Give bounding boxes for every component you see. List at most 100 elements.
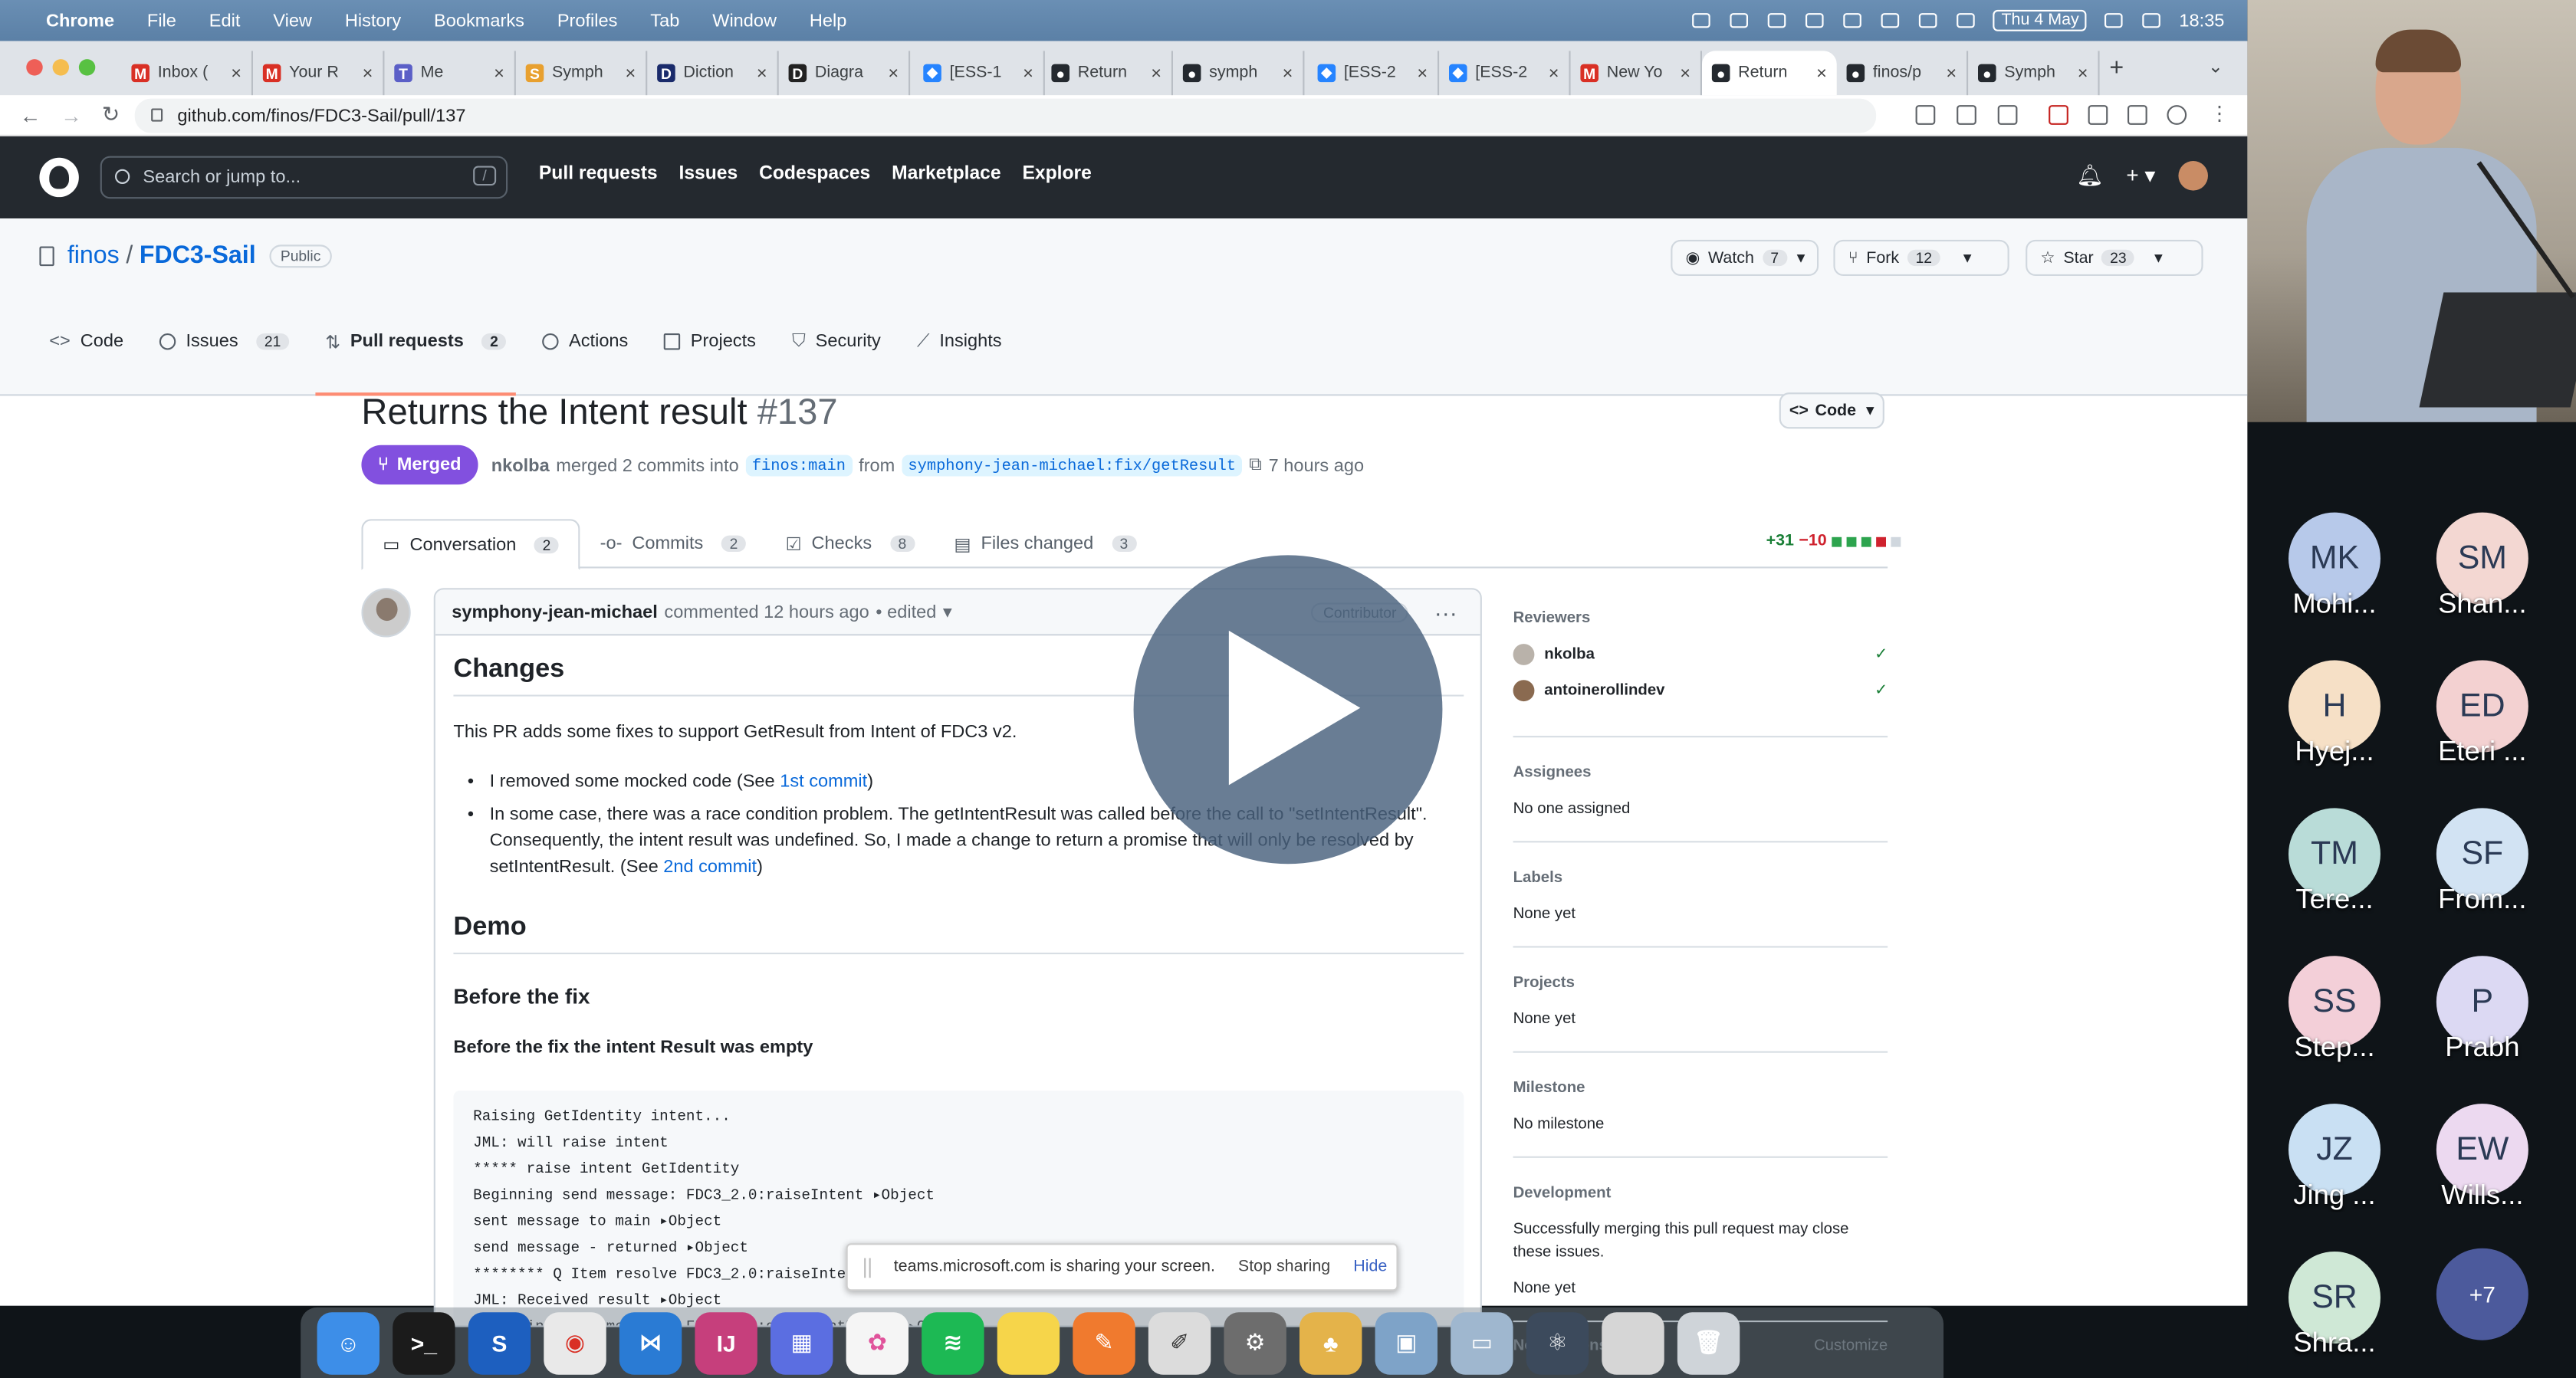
reviewers-heading[interactable]: Reviewers [1513,609,1591,628]
chrome-icon[interactable]: ◉ [544,1311,606,1374]
reviewer-row[interactable]: antoinerollindev ✓ [1513,680,1888,702]
first-commit-link[interactable]: 1st commit [780,772,867,792]
hide-sharing-bar-button[interactable]: Hide [1353,1258,1387,1277]
url-input[interactable]: github.com/finos/FDC3-Sail/pull/137 [134,98,1877,133]
head-branch[interactable]: symphony-jean-michael:fix/getResult [901,454,1243,477]
close-tab-icon[interactable]: × [231,64,242,84]
base-branch[interactable]: finos:main [745,454,853,477]
comment-author-link[interactable]: symphony-jean-michael [452,602,658,622]
notifications-bell-icon[interactable]: 🔔︎ [2076,162,2103,189]
preview-icon[interactable]: ▭ [1451,1311,1513,1374]
back-arrow-icon[interactable]: ← [20,103,41,127]
maximize-window-icon[interactable] [78,59,96,76]
pr-author-link[interactable]: nkolba [491,456,550,476]
close-tab-icon[interactable]: × [1680,64,1691,84]
star-button[interactable]: ☆ Star 23 ▾ [2026,239,2203,277]
status-app-icon[interactable] [1766,11,1788,30]
nav-pull-requests[interactable]: Pull requests [539,164,658,184]
electron-app-icon[interactable]: ⚛ [1526,1311,1589,1374]
close-window-icon[interactable] [26,59,43,76]
nav-explore[interactable]: Explore [1022,164,1091,184]
extensions-puzzle-icon[interactable] [2088,105,2108,125]
more-participants-button[interactable]: +7 [2436,1248,2528,1340]
close-tab-icon[interactable]: × [363,64,373,84]
menubar-time[interactable]: 18:35 [2179,11,2224,31]
user-avatar[interactable] [2178,161,2208,191]
wifi-icon[interactable] [1880,11,1901,30]
tab-checks[interactable]: ☑ Checks 8 [766,519,935,568]
finder-icon[interactable]: ☺ [317,1311,380,1374]
tab-issues[interactable]: Issues 21 [159,313,290,369]
close-tab-icon[interactable]: × [1151,64,1162,84]
menu-help[interactable]: Help [810,11,846,31]
browser-tab[interactable]: S Symph × [516,51,648,96]
browser-tab[interactable]: ● Symph × [1968,51,2100,96]
browser-tab[interactable]: D Diction × [647,51,779,96]
tab-commits[interactable]: -o- Commits 2 [580,519,766,568]
reviewer-row[interactable]: nkolba ✓ [1513,644,1888,665]
watch-button[interactable]: ◉ Watch 7 ▾ [1671,239,1819,277]
bluetooth-icon[interactable] [2104,11,2125,30]
photos-icon[interactable]: ✿ [846,1311,909,1374]
control-center-icon[interactable] [2141,11,2163,30]
virtualbox-icon[interactable]: ▣ [1375,1311,1438,1374]
participant-tile[interactable]: SR Shra... [2277,1251,2392,1360]
close-tab-icon[interactable]: × [1549,64,1559,84]
spotify-icon[interactable]: ≋ [922,1311,984,1374]
github-logo-icon[interactable] [39,157,79,198]
copy-icon[interactable]: ⧉ [1249,455,1262,477]
close-tab-icon[interactable]: × [2078,64,2088,84]
intellij-icon[interactable]: IJ [695,1311,757,1374]
speaker-video[interactable] [2247,0,2576,422]
repo-owner-link[interactable]: finos [67,241,120,269]
menu-view[interactable]: View [273,11,312,31]
system-settings-icon[interactable]: ⚙ [1224,1311,1286,1374]
tab-code[interactable]: <> Code [49,313,123,369]
comment-time[interactable]: commented 12 hours ago [664,602,869,622]
close-tab-icon[interactable]: × [1946,64,1957,84]
browser-tab[interactable]: ◆ [ESS-2 × [1439,51,1571,96]
comment-author-avatar[interactable] [361,588,411,638]
stop-sharing-button[interactable]: Stop sharing [1238,1258,1330,1277]
browser-tab[interactable]: T Me × [384,51,516,96]
close-tab-icon[interactable]: × [625,64,636,84]
skype-icon[interactable]: S [468,1311,531,1374]
tab-pull-requests[interactable]: ⇅ Pull requests 2 [315,313,518,396]
close-tab-icon[interactable]: × [1283,64,1293,84]
close-tab-icon[interactable]: × [757,64,767,84]
status-app-icon[interactable] [1691,11,1712,30]
tab-projects[interactable]: Projects [664,313,756,369]
create-new-plus-icon[interactable]: + ▾ [2126,162,2155,189]
participant-tile[interactable]: EW Wills... [2425,1104,2540,1212]
pineapple-app-icon[interactable]: ♣ [1300,1311,1362,1374]
assignees-heading[interactable]: Assignees [1513,764,1592,783]
menu-history[interactable]: History [345,11,401,31]
extension-icon[interactable] [2049,105,2068,125]
labels-heading[interactable]: Labels [1513,869,1563,887]
menu-window[interactable]: Window [712,11,777,31]
forward-arrow-icon[interactable]: → [61,103,82,127]
new-tab-plus-icon[interactable]: + [2109,54,2124,82]
browser-tab[interactable]: D Diagra × [779,51,911,96]
participant-tile[interactable]: JZ Jing ... [2277,1104,2392,1212]
menu-bookmarks[interactable]: Bookmarks [434,11,524,31]
bookmark-star-icon[interactable] [1997,105,2018,125]
chrome-menu-kebab-icon[interactable]: ⋮ [2210,102,2229,125]
close-tab-icon[interactable]: × [1023,64,1033,84]
user-switch-icon[interactable] [1917,11,1939,30]
play-video-icon[interactable] [1133,555,1443,865]
menu-profiles[interactable]: Profiles [557,11,618,31]
tab-files-changed[interactable]: ▤ Files changed 3 [935,519,1156,568]
menu-file[interactable]: File [147,11,176,31]
terminal-icon[interactable]: >_ [393,1311,455,1374]
menu-edit[interactable]: Edit [209,11,241,31]
menubar-date[interactable]: Thu 4 May [1993,9,2088,31]
browser-tab[interactable]: ● finos/p × [1837,51,1969,96]
nav-marketplace[interactable]: Marketplace [892,164,1001,184]
tab-search-chevron-icon[interactable]: ⌄ [2208,56,2223,77]
battery-icon[interactable] [1842,11,1864,30]
second-commit-link[interactable]: 2nd commit [663,858,757,878]
development-heading[interactable]: Development [1513,1184,1612,1202]
search-input[interactable]: Search or jump to... / [100,156,508,199]
repo-name-link[interactable]: FDC3-Sail [140,241,256,269]
